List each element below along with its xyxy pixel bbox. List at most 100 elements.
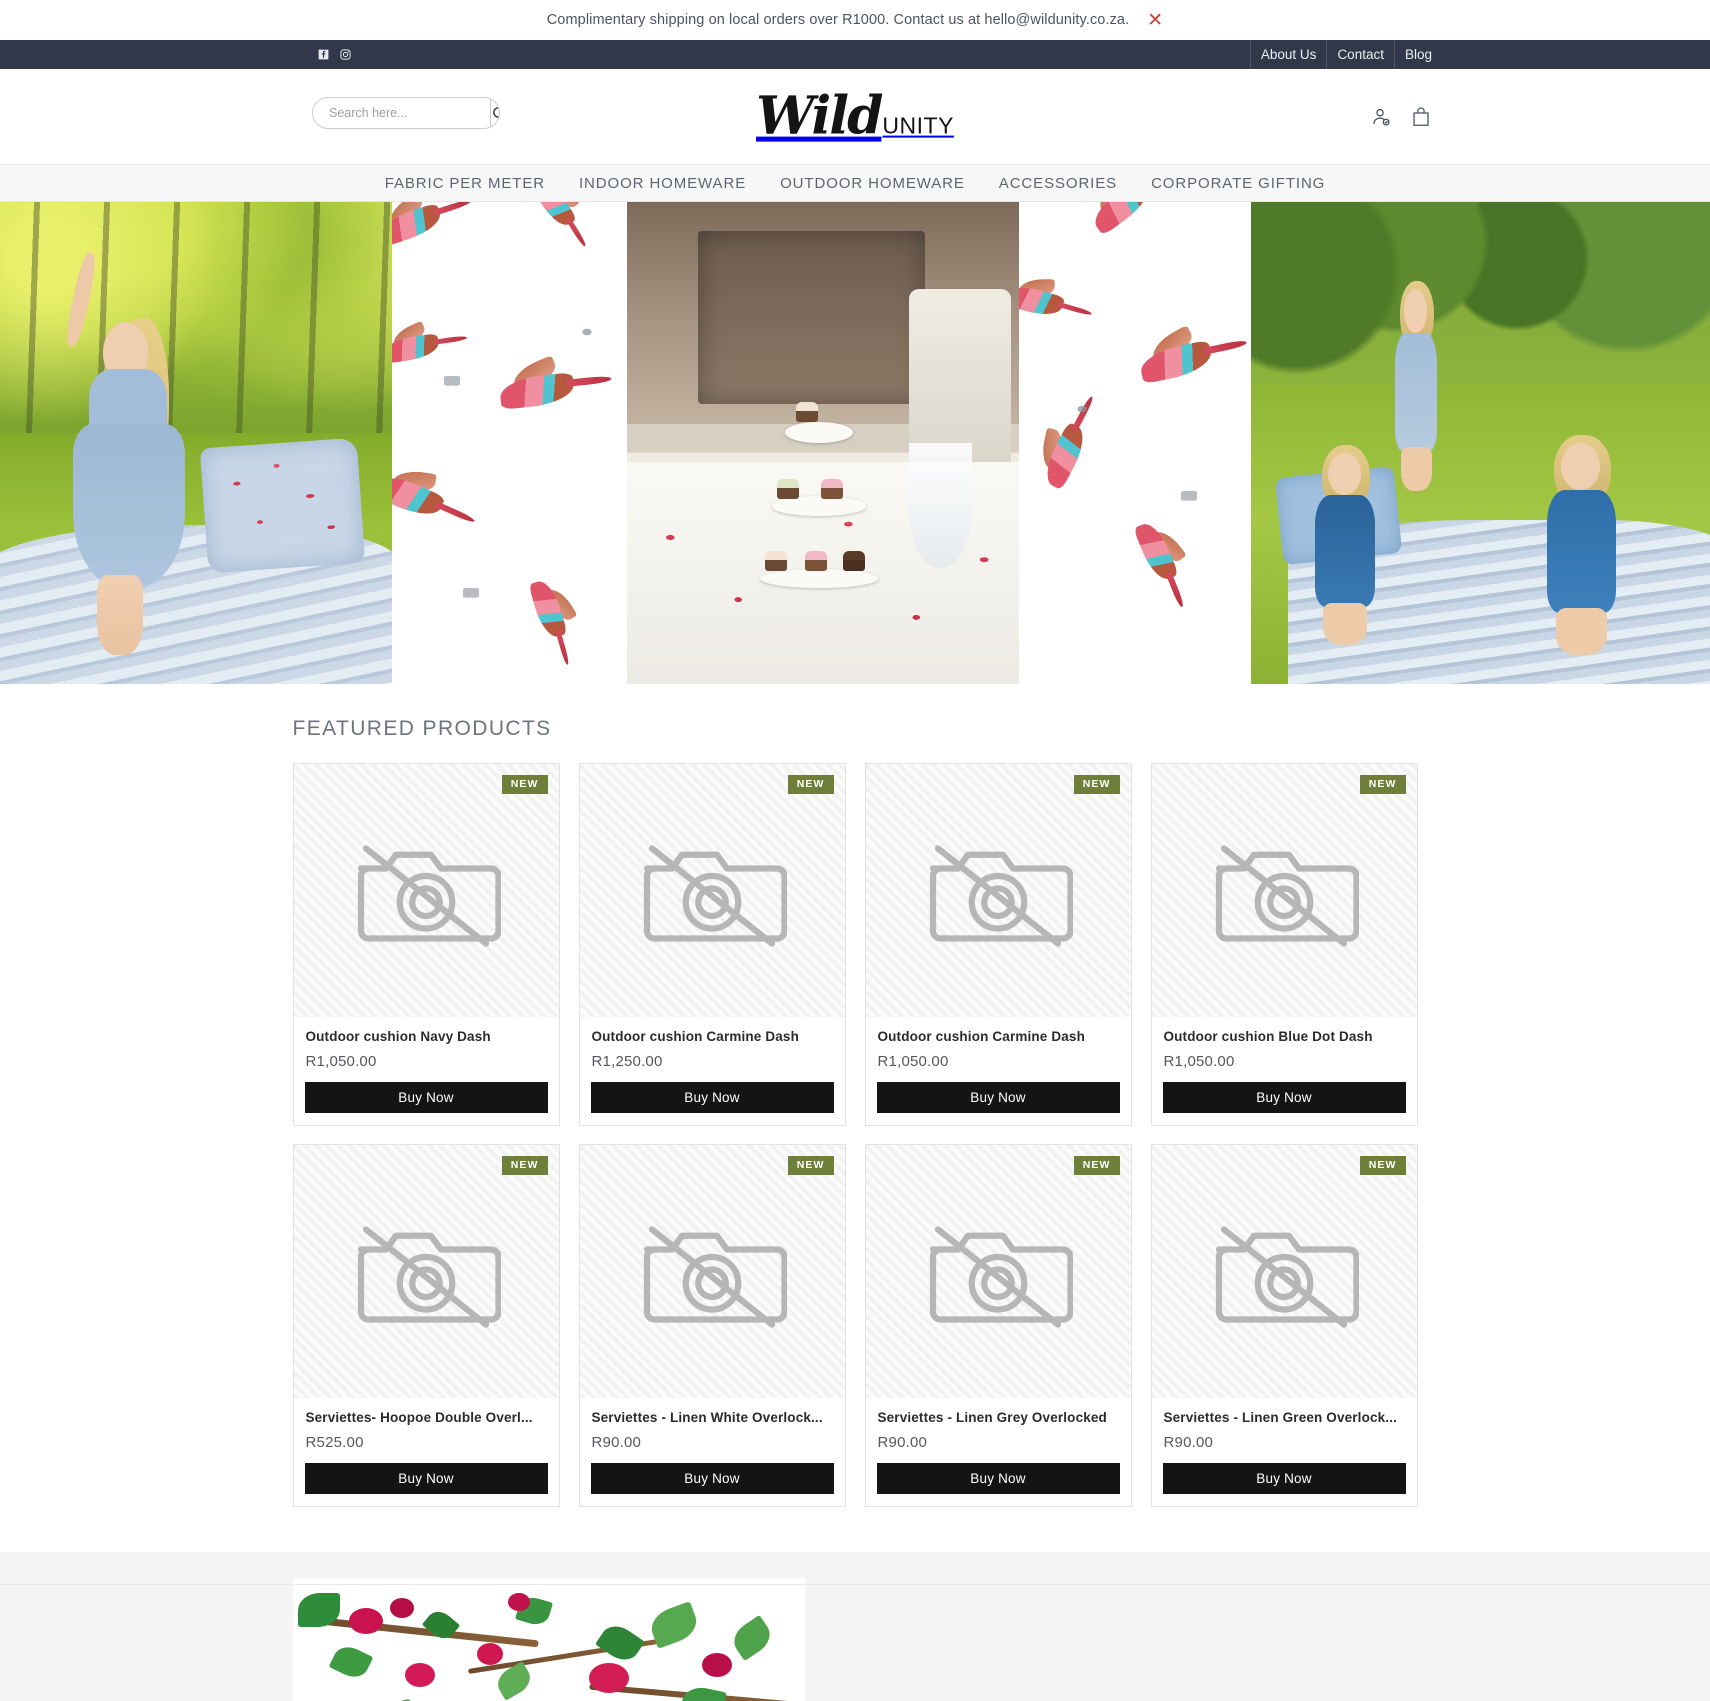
product-image[interactable]: NEW [579,1145,845,1398]
product-card[interactable]: NEW Serviettes - Linen Grey Overlocked R… [864,1144,1132,1507]
status-badge: NEW [1073,775,1120,794]
product-price: R1,050.00 [305,1053,377,1070]
product-image[interactable]: NEW [579,764,845,1017]
status-badge: NEW [787,775,834,794]
product-title[interactable]: Outdoor cushion Navy Dash [306,1029,547,1044]
printed-cushion [199,437,365,574]
no-image-camera-icon [357,1225,501,1328]
product-price: R90.00 [591,1434,642,1451]
search-box[interactable] [312,97,500,129]
close-icon[interactable]: ✕ [1147,10,1163,30]
hero-fabric-carmine-bee-eater-2[interactable] [1019,202,1251,684]
top-link-blog[interactable]: Blog [1393,40,1432,69]
product-title[interactable]: Outdoor cushion Carmine Dash [592,1029,833,1044]
bird-motif [392,202,472,247]
child-figure [1536,434,1628,656]
account-icon[interactable] [1370,106,1392,128]
announcement-bar: Complimentary shipping on local orders o… [0,0,1710,40]
hero-photo-girl-garden[interactable] [0,202,392,684]
status-badge: NEW [501,1156,548,1175]
facebook-glyph [318,49,328,60]
buy-now-button[interactable]: Buy Now [876,1082,1120,1113]
no-image-camera-icon [643,844,787,947]
bird-motif [392,321,468,364]
main-nav: FABRIC PER METER INDOOR HOMEWARE OUTDOOR… [0,164,1710,202]
buy-now-button[interactable]: Buy Now [1162,1082,1406,1113]
nav-item-fabric-per-meter[interactable]: FABRIC PER METER [368,175,562,192]
product-title[interactable]: Serviettes- Hoopoe Double Overl... [306,1410,547,1425]
social-links [312,44,356,66]
product-card[interactable]: NEW Outdoor cushion Navy Dash R1,050.00 … [292,763,560,1126]
bird-motif [1137,325,1248,384]
search-button[interactable] [490,98,499,128]
buy-now-button[interactable]: Buy Now [590,1082,834,1113]
child-figure [1306,444,1384,646]
site-logo[interactable]: Wild UNITY [756,85,954,147]
product-image[interactable]: NEW [1151,764,1417,1017]
logo-script-text: Wild [756,85,883,147]
top-link-about-us[interactable]: About Us [1249,40,1327,69]
product-title[interactable]: Serviettes - Linen Grey Overlocked [878,1410,1119,1425]
product-title[interactable]: Serviettes - Linen White Overlock... [592,1410,833,1425]
product-card[interactable]: NEW Serviettes - Linen White Overlock...… [578,1144,846,1507]
status-badge: NEW [1359,1156,1406,1175]
bird-motif [531,202,588,248]
status-badge: NEW [501,775,548,794]
featured-products-section: FEATURED PRODUCTS NEW Outdoor cushion Na… [0,684,1710,1585]
hero-fabric-carmine-bee-eater[interactable] [392,202,627,684]
product-card[interactable]: NEW Serviettes - Linen Green Overlock...… [1150,1144,1418,1507]
no-image-camera-icon [643,1225,787,1328]
buy-now-button[interactable]: Buy Now [1162,1463,1406,1494]
product-image[interactable]: NEW [293,1145,559,1398]
floral-watercolour-artwork [292,1578,805,1701]
product-price: R1,050.00 [877,1053,949,1070]
bird-pattern [392,202,627,684]
site-header: Wild UNITY [0,69,1710,164]
bird-pattern [1019,202,1251,684]
product-grid: NEW Outdoor cushion Navy Dash R1,050.00 … [292,763,1418,1507]
nav-item-indoor-homeware[interactable]: INDOOR HOMEWARE [562,175,763,192]
buy-now-button[interactable]: Buy Now [304,1082,548,1113]
product-title[interactable]: Outdoor cushion Carmine Dash [878,1029,1119,1044]
search-input[interactable] [313,98,490,128]
product-card[interactable]: NEW Outdoor cushion Carmine Dash R1,050.… [864,763,1132,1126]
hero-photo-cupcake-table[interactable] [627,202,1019,684]
header-icon-group [1370,106,1432,128]
product-image[interactable]: NEW [865,1145,1131,1398]
bird-motif [1019,279,1093,321]
product-image[interactable]: NEW [1151,1145,1417,1398]
product-card[interactable]: NEW Outdoor cushion Blue Dot Dash R1,050… [1150,763,1418,1126]
kim-art-fabric-image[interactable] [292,1578,805,1701]
product-price: R1,250.00 [591,1053,663,1070]
product-image[interactable]: NEW [865,764,1131,1017]
top-nav-links: About Us Contact Blog [1249,40,1432,69]
buy-now-button[interactable]: Buy Now [876,1463,1120,1494]
product-price: R1,050.00 [1163,1053,1235,1070]
product-price: R90.00 [877,1434,928,1451]
butterfly-motif [462,587,479,600]
product-price: R90.00 [1163,1434,1214,1451]
nav-item-accessories[interactable]: ACCESSORIES [982,175,1134,192]
hero-photo-girls-lawn[interactable] [1251,202,1710,684]
no-image-camera-icon [357,844,501,947]
product-title[interactable]: Outdoor cushion Blue Dot Dash [1164,1029,1405,1044]
facebook-icon[interactable] [312,44,334,66]
nav-item-corporate-gifting[interactable]: CORPORATE GIFTING [1134,175,1342,192]
no-image-camera-icon [1215,844,1359,947]
cart-icon[interactable] [1410,106,1432,128]
buy-now-button[interactable]: Buy Now [590,1463,834,1494]
no-image-camera-icon [929,1225,1073,1328]
buy-now-button[interactable]: Buy Now [304,1463,548,1494]
product-title[interactable]: Serviettes - Linen Green Overlock... [1164,1410,1405,1425]
bird-motif [1038,395,1095,491]
garden-trees [1251,202,1710,405]
no-image-camera-icon [929,844,1073,947]
product-card[interactable]: NEW Outdoor cushion Carmine Dash R1,250.… [578,763,846,1126]
nav-item-outdoor-homeware[interactable]: OUTDOOR HOMEWARE [763,175,982,192]
instagram-icon[interactable] [334,44,356,66]
product-card[interactable]: NEW Serviettes- Hoopoe Double Overl... R… [292,1144,560,1507]
top-utility-bar: About Us Contact Blog [0,40,1710,69]
top-link-contact[interactable]: Contact [1326,40,1394,69]
page-title: FEATURED PRODUCTS [292,717,552,740]
product-image[interactable]: NEW [293,764,559,1017]
